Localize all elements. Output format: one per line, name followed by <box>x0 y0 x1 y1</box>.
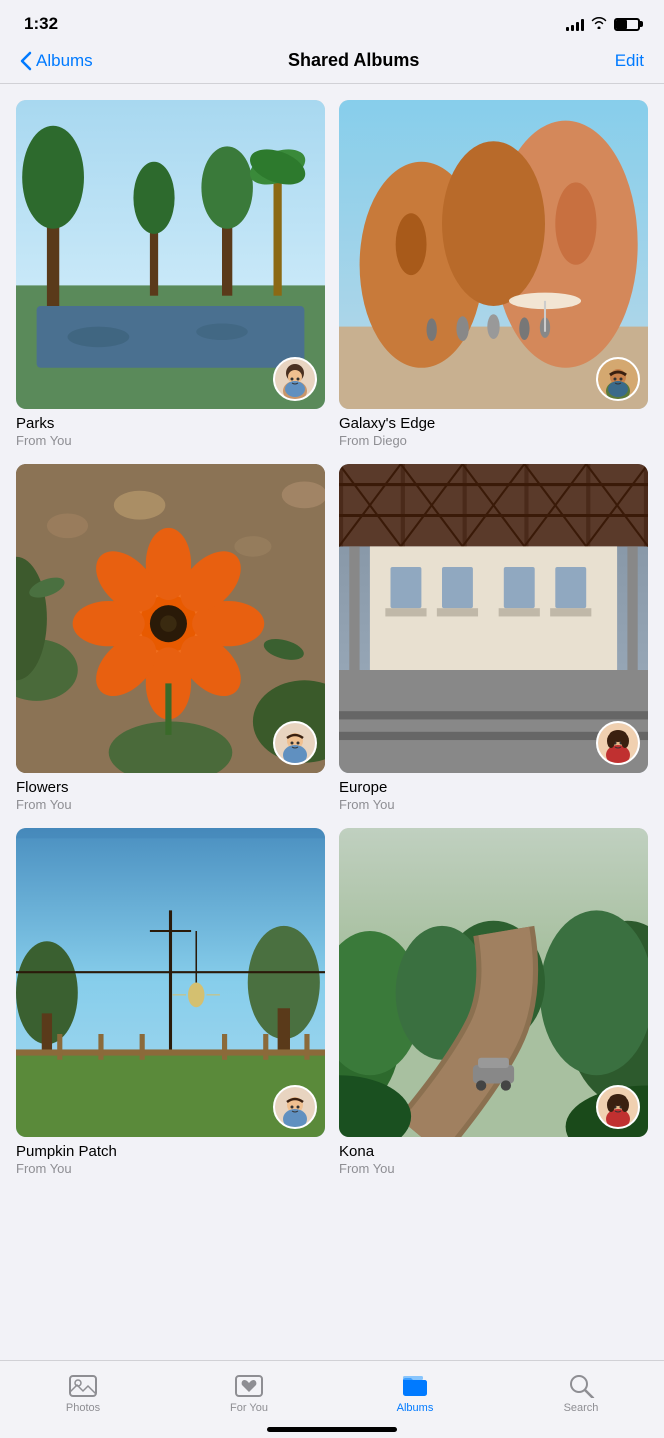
back-button[interactable]: Albums <box>20 51 93 71</box>
album-avatar-galaxys-edge <box>596 357 640 401</box>
album-name-parks: Parks <box>16 415 325 432</box>
album-thumbnail-pumpkin-patch <box>16 828 325 1137</box>
album-item-flowers[interactable]: Flowers From You <box>16 464 325 812</box>
tab-label-albums: Albums <box>397 1402 434 1414</box>
battery-icon <box>614 18 640 31</box>
back-label: Albums <box>36 51 93 71</box>
album-avatar-flowers <box>273 721 317 765</box>
nav-bar: Albums Shared Albums Edit <box>0 42 664 84</box>
album-avatar-pumpkin-patch <box>273 1085 317 1129</box>
album-name-kona: Kona <box>339 1143 648 1160</box>
tab-label-for-you: For You <box>230 1402 268 1414</box>
tab-label-photos: Photos <box>66 1402 100 1414</box>
search-icon <box>567 1371 595 1399</box>
album-name-pumpkin-patch: Pumpkin Patch <box>16 1143 325 1160</box>
album-thumbnail-parks <box>16 100 325 409</box>
albums-grid: Parks From You <box>0 84 664 1176</box>
edit-button[interactable]: Edit <box>615 51 644 71</box>
for-you-icon <box>235 1371 263 1399</box>
tab-search[interactable]: Search <box>551 1371 611 1414</box>
album-item-kona[interactable]: Kona From You <box>339 828 648 1176</box>
tab-label-search: Search <box>564 1402 599 1414</box>
album-from-europe: From You <box>339 797 648 812</box>
album-thumbnail-kona <box>339 828 648 1137</box>
album-from-parks: From You <box>16 433 325 448</box>
photos-icon <box>69 1371 97 1399</box>
album-avatar-europe <box>596 721 640 765</box>
album-name-flowers: Flowers <box>16 779 325 796</box>
tab-photos[interactable]: Photos <box>53 1371 113 1414</box>
album-from-kona: From You <box>339 1161 648 1176</box>
tab-albums[interactable]: Albums <box>385 1371 445 1414</box>
album-name-europe: Europe <box>339 779 648 796</box>
albums-icon <box>401 1371 429 1399</box>
album-avatar-parks <box>273 357 317 401</box>
album-from-galaxys-edge: From Diego <box>339 433 648 448</box>
album-thumbnail-europe <box>339 464 648 773</box>
album-thumbnail-galaxys-edge <box>339 100 648 409</box>
status-time: 1:32 <box>24 14 58 34</box>
album-thumbnail-flowers <box>16 464 325 773</box>
album-name-galaxys-edge: Galaxy's Edge <box>339 415 648 432</box>
tab-for-you[interactable]: For You <box>219 1371 279 1414</box>
status-icons <box>566 16 640 32</box>
page-title: Shared Albums <box>288 50 419 71</box>
album-item-pumpkin-patch[interactable]: Pumpkin Patch From You <box>16 828 325 1176</box>
album-avatar-kona <box>596 1085 640 1129</box>
home-indicator <box>267 1427 397 1432</box>
signal-icon <box>566 17 584 31</box>
wifi-icon <box>590 16 608 32</box>
status-bar: 1:32 <box>0 0 664 42</box>
album-from-pumpkin-patch: From You <box>16 1161 325 1176</box>
album-item-europe[interactable]: Europe From You <box>339 464 648 812</box>
album-from-flowers: From You <box>16 797 325 812</box>
album-item-galaxys-edge[interactable]: Galaxy's Edge From Diego <box>339 100 648 448</box>
album-item-parks[interactable]: Parks From You <box>16 100 325 448</box>
